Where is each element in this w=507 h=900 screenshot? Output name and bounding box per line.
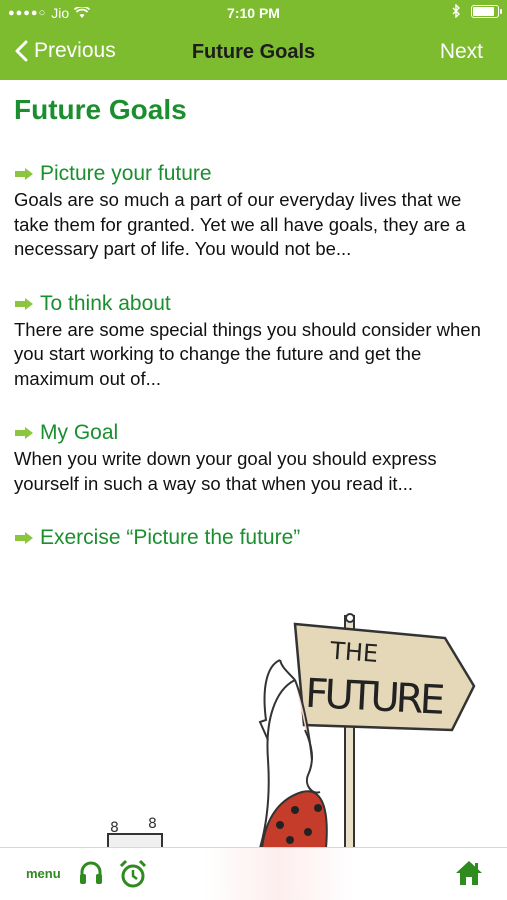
section-heading: To think about xyxy=(40,291,171,315)
section-heading: Exercise “Picture the future” xyxy=(40,526,301,550)
page-title: Future Goals xyxy=(14,94,187,125)
status-right xyxy=(452,4,502,18)
section-summary: There are some special things you should… xyxy=(14,318,481,389)
section-picture-your-future: Picture your future Goals are so much a … xyxy=(14,162,494,262)
bottom-toolbar: menu xyxy=(0,847,507,900)
future-sign-cartoon: THE FUTURE 8 8 xyxy=(107,613,476,848)
home-icon[interactable] xyxy=(454,858,484,888)
next-button[interactable]: Next xyxy=(440,40,483,64)
alarm-clock-icon[interactable] xyxy=(117,858,149,890)
headphones-icon[interactable] xyxy=(76,858,106,888)
main-content: Future Goals Picture your future Goals a… xyxy=(14,80,494,551)
bluetooth-icon xyxy=(452,4,460,18)
status-time: 7:10 PM xyxy=(227,5,280,21)
section-link[interactable]: Picture your future xyxy=(14,162,494,186)
menu-button[interactable]: menu xyxy=(26,866,61,881)
arrow-right-icon xyxy=(15,427,33,440)
sign-text-the: THE xyxy=(328,637,379,668)
section-link[interactable]: To think about xyxy=(14,292,494,316)
status-bar: ●●●●○ Jio 7:10 PM xyxy=(0,0,507,26)
nav-title: Future Goals xyxy=(191,41,316,63)
arrow-right-icon xyxy=(15,532,33,545)
svg-text:8: 8 xyxy=(148,816,157,832)
battery-icon xyxy=(471,4,502,18)
section-exercise: Exercise “Picture the future” xyxy=(14,526,494,550)
arrow-right-icon xyxy=(15,168,33,181)
arrow-right-icon xyxy=(15,297,33,310)
section-summary: When you write down your goal you should… xyxy=(14,448,437,494)
section-heading: Picture your future xyxy=(40,162,212,185)
section-link[interactable]: Exercise “Picture the future” xyxy=(14,526,494,550)
section-my-goal: My Goal When you write down your goal yo… xyxy=(14,421,494,496)
section-heading: My Goal xyxy=(40,421,119,445)
sign-text-future: FUTURE xyxy=(304,671,446,724)
navigation-bar: Previous Future Goals Next xyxy=(0,26,507,80)
svg-text:8: 8 xyxy=(110,820,119,836)
section-to-think-about: To think about There are some special th… xyxy=(14,292,494,392)
section-link[interactable]: My Goal xyxy=(14,421,494,445)
section-summary: Goals are so much a part of our everyday… xyxy=(14,189,466,260)
